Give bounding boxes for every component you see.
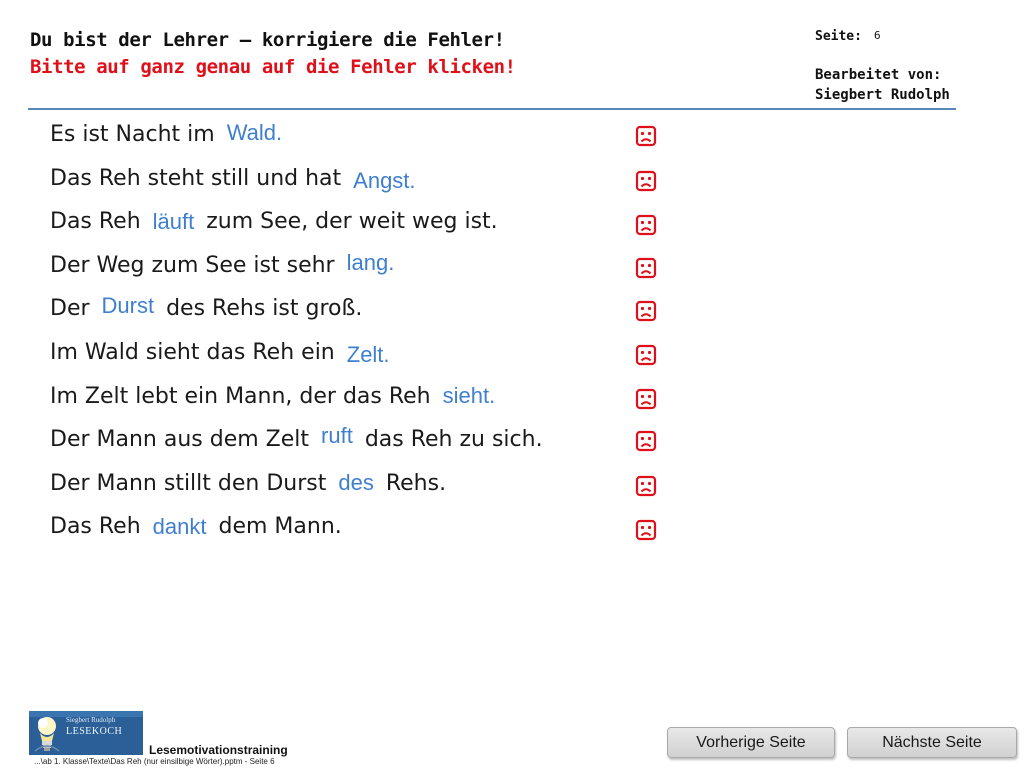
clickable-word[interactable]: Durst [102, 293, 155, 319]
sentence-text-before: Der [50, 296, 90, 321]
instruction-text: Bitte auf ganz genau auf die Fehler klic… [30, 56, 516, 78]
previous-page-button[interactable]: Vorherige Seite [667, 727, 835, 758]
sad-face-icon[interactable] [634, 124, 658, 148]
sentence-text-before: Im Wald sieht das Reh ein [50, 340, 335, 365]
clickable-word[interactable]: sieht. [443, 383, 496, 409]
sentence-text-after: zum See, der weit weg ist. [206, 209, 498, 234]
sentence-text-before: Im Zelt lebt ein Mann, der das Reh [50, 384, 431, 409]
page-title: Du bist der Lehrer – korrigiere die Fehl… [30, 29, 505, 51]
clickable-word[interactable]: Angst. [353, 168, 415, 194]
sad-face-icon[interactable] [634, 213, 658, 237]
logo-author-text: Siegbert Rudolph [66, 716, 116, 724]
page-label: Seite: [815, 29, 862, 44]
sad-face-icon[interactable] [634, 429, 658, 453]
clickable-word[interactable]: ruft [321, 423, 353, 449]
sentence-text-before: Es ist Nacht im [50, 122, 215, 147]
sentence-text-before: Das Reh [50, 514, 141, 539]
clickable-word[interactable]: dankt [153, 514, 207, 540]
sentence-text-after: Rehs. [385, 471, 447, 496]
sentence-text-after: das Reh zu sich. [364, 427, 543, 452]
clickable-word[interactable]: Wald. [227, 120, 282, 146]
clickable-word[interactable]: Zelt. [347, 342, 390, 368]
next-page-button[interactable]: Nächste Seite [847, 727, 1017, 758]
sentence-text-before: Der Mann stillt den Durst [50, 471, 327, 496]
clickable-word[interactable]: lang. [347, 250, 395, 276]
header-divider [28, 108, 956, 110]
sentence-text-before: Der Mann aus dem Zelt [50, 427, 310, 452]
clickable-word[interactable]: läuft [153, 209, 195, 235]
sad-face-icon[interactable] [634, 343, 658, 367]
sentence-text-before: Der Weg zum See ist sehr [50, 253, 335, 278]
sentence-text-before: Das Reh [50, 209, 141, 234]
logo-brand-text: LESEKOCH [66, 726, 123, 737]
page-number: 6 [874, 29, 881, 42]
sad-face-icon[interactable] [634, 518, 658, 542]
file-path: ...\ab 1. Klasse\Texte\Das Reh (nur eins… [34, 757, 275, 766]
sad-face-icon[interactable] [634, 299, 658, 323]
clickable-word[interactable]: des [338, 470, 373, 496]
sentence-text-after: des Rehs ist groß. [166, 296, 363, 321]
sad-face-icon[interactable] [634, 256, 658, 280]
editor-name: Siegbert Rudolph [815, 87, 950, 103]
editor-label: Bearbeitet von: [815, 67, 942, 83]
sad-face-icon[interactable] [634, 474, 658, 498]
sad-face-icon[interactable] [634, 169, 658, 193]
sentence-text-after: dem Mann. [218, 514, 342, 539]
sad-face-icon[interactable] [634, 387, 658, 411]
sentence-text-before: Das Reh steht still und hat [50, 166, 342, 191]
lesekoch-logo: Siegbert Rudolph LESEKOCH [29, 711, 143, 755]
footer-title: Lesemotivationstraining [149, 743, 288, 757]
